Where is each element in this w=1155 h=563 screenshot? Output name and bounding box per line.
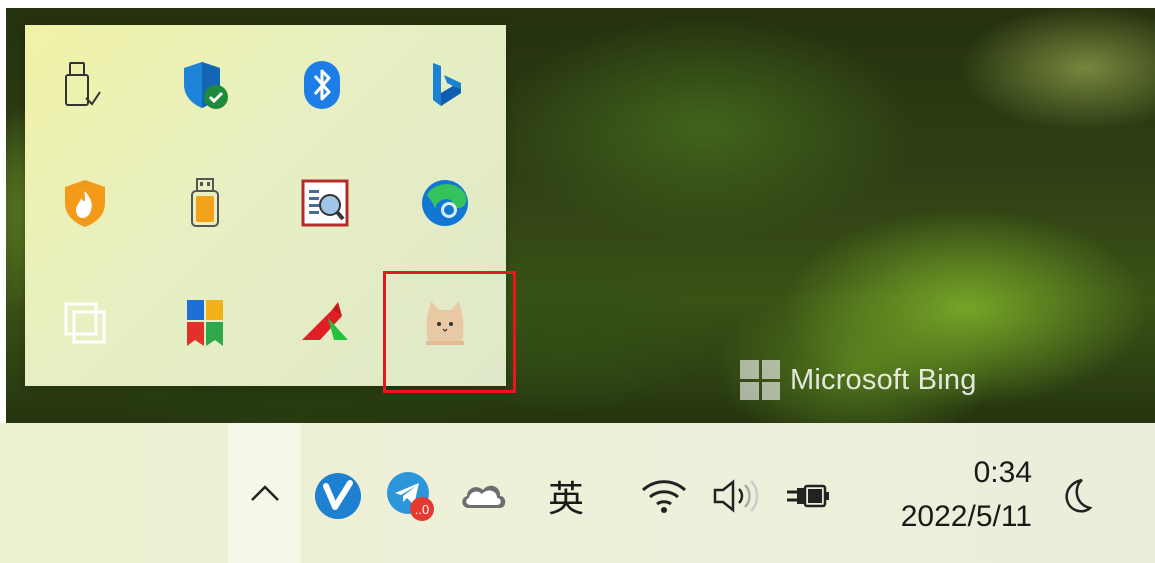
- security-shield-flame-icon[interactable]: [50, 168, 120, 238]
- ime-indicator[interactable]: 英: [538, 468, 594, 524]
- cat-app-icon[interactable]: [410, 288, 480, 358]
- windows-security-icon[interactable]: [170, 50, 240, 120]
- bluetooth-icon[interactable]: [287, 50, 357, 120]
- moon-icon[interactable]: [1052, 468, 1108, 524]
- safely-remove-hardware-icon[interactable]: [45, 50, 115, 120]
- edge-icon[interactable]: [410, 168, 480, 238]
- chevron-up-icon: [250, 485, 279, 501]
- bing-icon[interactable]: [410, 50, 480, 120]
- wifi-icon[interactable]: [636, 468, 692, 524]
- bookmark-app-icon[interactable]: [170, 288, 240, 358]
- usb-drive-icon[interactable]: [170, 168, 240, 238]
- telegram-icon[interactable]: ..0: [383, 468, 439, 524]
- document-search-icon[interactable]: [290, 168, 360, 238]
- tray-overflow-flyout: [25, 25, 506, 386]
- clock[interactable]: 0:34 2022/5/11: [862, 451, 1032, 541]
- onedrive-icon[interactable]: [455, 468, 511, 524]
- copy-windows-icon[interactable]: [50, 288, 120, 358]
- windows-logo-icon: [740, 360, 780, 400]
- battery-charging-icon[interactable]: [780, 468, 836, 524]
- volume-icon[interactable]: [706, 468, 762, 524]
- bing-watermark-text: Microsoft Bing: [790, 363, 977, 396]
- show-hidden-icons-button[interactable]: [228, 423, 301, 563]
- v-app-icon[interactable]: [310, 468, 366, 524]
- clock-time: 0:34: [973, 456, 1032, 489]
- telegram-badge: ..0: [415, 502, 429, 517]
- bing-watermark: Microsoft Bing: [740, 358, 977, 402]
- red-arrow-app-icon[interactable]: [290, 288, 360, 358]
- clock-date: 2022/5/11: [900, 500, 1032, 533]
- taskbar: ..0 英 0:34 2022/5/11: [0, 423, 1155, 563]
